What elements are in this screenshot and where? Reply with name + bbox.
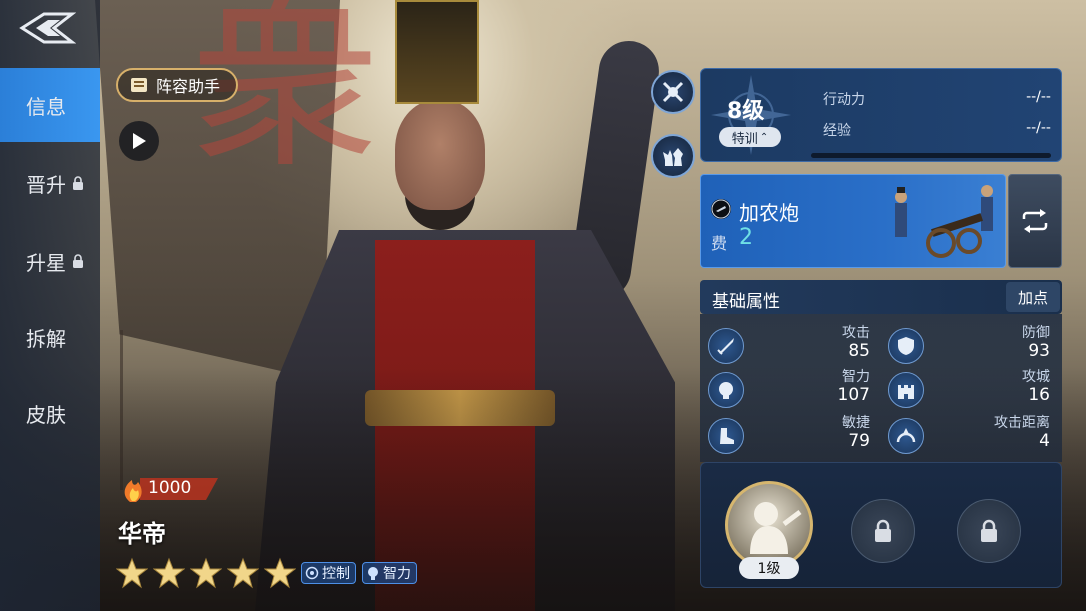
nav-item-promote[interactable]: 晋升 (0, 146, 100, 220)
star-icon (116, 557, 148, 589)
attr-name: 攻击距离 (994, 415, 1050, 431)
play-voice-button[interactable] (119, 121, 159, 161)
action-power-value: --/-- (1026, 89, 1051, 105)
attr-value: 4 (1039, 431, 1050, 451)
skill-slot-3-locked[interactable] (957, 499, 1021, 563)
unit-card[interactable]: 加农炮 费 2 (700, 174, 1006, 268)
attributes-title: 基础属性 (712, 292, 780, 312)
add-points-button[interactable]: 加点 (1006, 282, 1060, 312)
hero-name: 华帝 (118, 520, 166, 548)
hero-info-screen: 衆 信息 晋升 升星 (0, 0, 1086, 611)
attr-name: 防御 (1022, 325, 1050, 341)
chess-pieces-icon (663, 148, 683, 166)
nav-item-info[interactable]: 信息 (0, 68, 100, 142)
attr-value: 107 (837, 385, 870, 405)
head-icon (368, 567, 378, 580)
attr-value: 93 (1028, 341, 1050, 361)
tag-label: 智力 (383, 566, 411, 582)
attr-value: 85 (848, 341, 870, 361)
action-power-label: 行动力 (823, 92, 865, 108)
lock-icon (981, 519, 997, 542)
skill-slot-2-locked[interactable] (851, 499, 915, 563)
nav-item-skin[interactable]: 皮肤 (0, 376, 100, 450)
nav-item-label: 晋升 (26, 172, 66, 197)
hero-level: 8级 (727, 99, 765, 124)
range-icon (896, 428, 916, 443)
tag-label: 控制 (322, 566, 350, 582)
lineup-helper-label: 阵容助手 (156, 77, 221, 96)
attr-value: 79 (848, 431, 870, 451)
attr-range: 攻击距离 4 (880, 412, 1060, 456)
swap-unit-button[interactable] (1008, 174, 1062, 268)
level-panel: 8级 特训 ⌃ 行动力 --/-- 经验 --/-- (700, 68, 1062, 162)
nav-item-label: 皮肤 (26, 402, 66, 427)
power-value: 1000 (148, 478, 192, 498)
skills-panel: 1级 (700, 462, 1062, 588)
attr-name: 敏捷 (842, 415, 870, 431)
tag-control: 控制 (301, 562, 356, 584)
attr-name: 攻城 (1022, 369, 1050, 385)
lock-icon (73, 254, 83, 268)
add-points-label: 加点 (1017, 288, 1048, 307)
back-button[interactable] (18, 8, 77, 48)
attr-attack: 攻击 85 (700, 322, 880, 366)
chevron-up-icon: ⌃ (759, 131, 769, 143)
lock-icon (73, 176, 83, 190)
chess-button[interactable] (651, 134, 695, 178)
star-icon (264, 557, 296, 589)
skill-slot-1[interactable] (725, 481, 813, 569)
tag-intelligence: 智力 (362, 562, 417, 584)
swap-icon (1022, 209, 1048, 233)
unit-type-icon (711, 199, 731, 219)
attr-siege: 攻城 16 (880, 366, 1060, 410)
side-nav: 信息 晋升 升星 拆解 皮肤 (0, 0, 100, 611)
hero-power: 1000 (118, 474, 238, 504)
lineup-helper-button[interactable]: 阵容助手 (116, 68, 238, 102)
boot-icon (720, 428, 734, 444)
formation-button[interactable] (651, 70, 695, 114)
train-label: 特训 (731, 131, 758, 147)
skill-level-badge: 1级 (739, 557, 799, 579)
attr-name: 智力 (842, 369, 870, 385)
target-icon (305, 566, 319, 580)
exp-progress-bar (811, 153, 1051, 158)
star-icon (153, 557, 185, 589)
shield-icon (898, 337, 914, 355)
exp-label: 经验 (823, 123, 851, 139)
nav-item-label: 升星 (26, 250, 66, 275)
crossed-swords-icon (662, 81, 684, 103)
unit-cost-label: 费 (711, 234, 728, 253)
sword-icon (717, 338, 734, 355)
exp-value: --/-- (1026, 120, 1051, 136)
unit-name: 加农炮 (739, 201, 799, 225)
star-icon (227, 557, 259, 589)
attr-agility: 敏捷 79 (700, 412, 880, 456)
star-rating (116, 557, 296, 589)
castle-icon (898, 385, 914, 399)
lock-icon (875, 519, 891, 542)
brain-icon (719, 382, 733, 399)
nav-item-label: 拆解 (26, 326, 66, 351)
attr-defense: 防御 93 (880, 322, 1060, 366)
nav-item-star-up[interactable]: 升星 (0, 224, 100, 298)
skill-portrait-icon (750, 502, 802, 554)
back-arrow-icon (19, 12, 77, 44)
unit-cost: 2 (739, 225, 753, 250)
attributes-header: 基础属性 加点 (700, 280, 1062, 314)
book-icon (131, 78, 147, 92)
attr-value: 16 (1028, 385, 1050, 405)
nav-item-dismantle[interactable]: 拆解 (0, 300, 100, 374)
play-icon (133, 133, 146, 149)
attr-name: 攻击 (842, 325, 870, 341)
star-icon (190, 557, 222, 589)
attributes-panel: 攻击 85 防御 93 智力 107 攻城 16 敏捷 79 攻击距离 4 (700, 314, 1062, 462)
attr-intelligence: 智力 107 (700, 366, 880, 410)
cannon-unit-icon (895, 185, 993, 258)
skill-level: 1级 (757, 561, 781, 577)
special-training-button[interactable]: 特训 ⌃ (719, 127, 781, 147)
nav-item-label: 信息 (26, 94, 66, 119)
